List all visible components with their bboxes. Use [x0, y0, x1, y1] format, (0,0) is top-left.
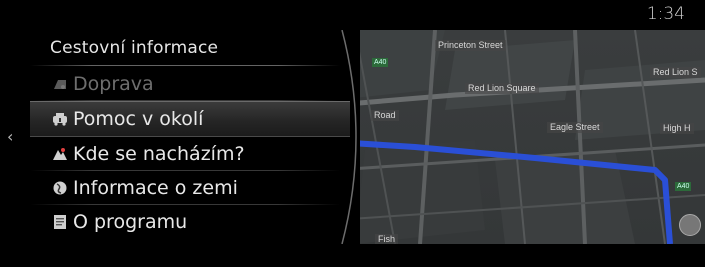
title-divider [30, 65, 340, 66]
document-icon [51, 213, 69, 231]
menu-title: Cestovní informace [50, 38, 219, 58]
clock: 1:34 [646, 4, 685, 24]
menu-item-label: Pomoc v okolí [73, 108, 204, 130]
compass-icon[interactable] [679, 214, 701, 236]
street-label: Red Lion Square [465, 83, 539, 94]
map-view[interactable]: Princeton Street Red Lion Square Eagle S… [335, 30, 705, 244]
street-label: High H [660, 123, 694, 134]
street-label: Eagle Street [547, 122, 603, 133]
street-label: Road [371, 110, 399, 121]
location-pin-icon [51, 145, 69, 163]
map-roads [335, 30, 705, 244]
menu-item-where-am-i[interactable]: Kde se nacházím? [30, 137, 350, 171]
screen: Princeton Street Red Lion Square Eagle S… [0, 0, 705, 267]
street-label: Red Lion S [650, 67, 701, 78]
menu-item-nearby-help[interactable]: Pomoc v okolí [30, 101, 350, 137]
street-label: Fish [375, 234, 399, 244]
menu-item-label: Doprava [73, 73, 154, 95]
menu-item-about[interactable]: O programu [30, 205, 350, 239]
menu-item-label: Informace o zemi [73, 177, 238, 199]
roadside-assistance-icon [51, 110, 69, 128]
road-badge: A40 [372, 58, 389, 67]
traffic-icon [51, 75, 69, 93]
menu-item-label: O programu [73, 211, 188, 233]
menu-item-traffic[interactable]: Doprava [30, 67, 350, 101]
menu-list: Doprava Pomoc v okolí Kde se nacházím? I… [30, 67, 350, 239]
menu-item-label: Kde se nacházím? [73, 143, 245, 165]
country-info-icon [51, 179, 69, 197]
menu-item-country-info[interactable]: Informace o zemi [30, 171, 350, 205]
street-label: Princeton Street [435, 40, 506, 51]
road-badge: A40 [675, 182, 692, 191]
back-arrow-icon[interactable]: ‹ [7, 127, 13, 146]
